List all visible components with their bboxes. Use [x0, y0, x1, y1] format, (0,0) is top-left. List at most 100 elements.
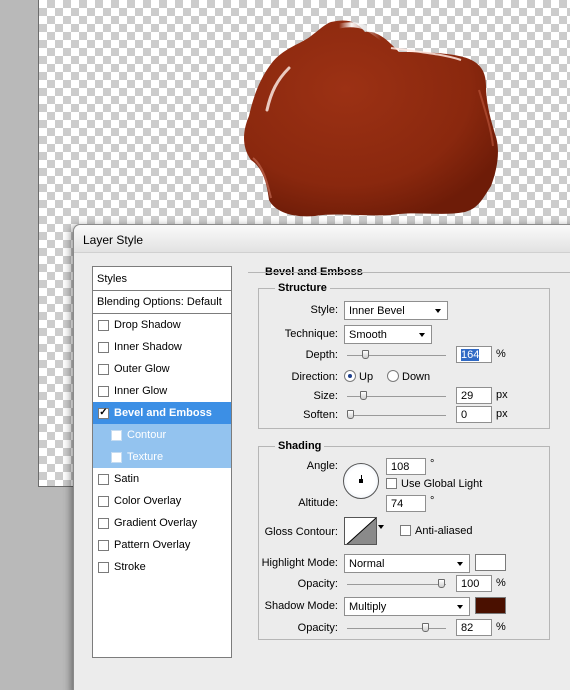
style-item-outer-glow[interactable]: Outer Glow — [93, 358, 231, 380]
chevron-down-icon — [419, 333, 425, 337]
style-item-color-overlay[interactable]: Color Overlay — [93, 490, 231, 512]
shadow-opacity-unit: % — [496, 621, 506, 633]
shadow-opacity-slider-track[interactable] — [347, 628, 446, 629]
direction-down-radio[interactable] — [387, 370, 399, 382]
style-item-pattern-overlay[interactable]: Pattern Overlay — [93, 534, 231, 556]
style-item-label: Texture — [127, 451, 164, 463]
altitude-value: 74 — [391, 498, 404, 510]
chevron-down-icon — [457, 605, 463, 609]
anti-aliased-checkbox[interactable] — [400, 525, 411, 536]
highlight-opacity-input[interactable]: 100 — [456, 575, 492, 592]
style-item-bevel-and-emboss[interactable]: ✓ Bevel and Emboss — [93, 402, 231, 424]
angle-unit: ° — [430, 458, 435, 470]
canvas-border — [38, 0, 39, 487]
style-item-label: Drop Shadow — [114, 319, 181, 331]
size-label: Size: — [313, 390, 338, 402]
soften-label: Soften: — [303, 409, 338, 421]
style-item-satin[interactable]: Satin — [93, 468, 231, 490]
depth-label: Depth: — [305, 349, 338, 361]
canvas-border — [38, 486, 78, 487]
style-item-drop-shadow[interactable]: Drop Shadow — [93, 314, 231, 336]
style-item-label: Pattern Overlay — [114, 539, 191, 551]
shading-title: Shading — [275, 440, 325, 452]
shadow-color-swatch[interactable] — [475, 597, 506, 614]
chevron-down-icon — [435, 309, 441, 313]
style-item-label: Inner Shadow — [114, 341, 182, 353]
style-item-contour[interactable]: Contour — [93, 424, 231, 446]
style-item-label: Outer Glow — [114, 363, 170, 375]
style-item-texture[interactable]: Texture — [93, 446, 231, 468]
highlight-opacity-slider-thumb[interactable] — [438, 579, 445, 588]
altitude-input[interactable]: 74 — [386, 495, 426, 512]
structure-title: Structure — [275, 282, 330, 294]
anti-aliased-label: Anti-aliased — [415, 525, 473, 537]
technique-dropdown[interactable]: Smooth — [344, 325, 432, 344]
style-checkbox[interactable] — [98, 517, 109, 529]
blending-options-item[interactable]: Blending Options: Default — [93, 291, 231, 314]
style-item-inner-shadow[interactable]: Inner Shadow — [93, 336, 231, 358]
highlight-mode-dropdown[interactable]: Normal — [344, 554, 470, 573]
depth-unit: % — [496, 348, 506, 360]
dialog-titlebar[interactable]: Layer Style — [74, 225, 570, 253]
direction-up-label: Up — [359, 371, 374, 383]
highlight-color-swatch[interactable] — [475, 554, 506, 571]
style-item-inner-glow[interactable]: Inner Glow — [93, 380, 231, 402]
shadow-opacity-input[interactable]: 82 — [456, 619, 492, 636]
technique-value: Smooth — [349, 329, 387, 341]
depth-input[interactable]: 164 — [456, 346, 492, 363]
shadow-mode-dropdown[interactable]: Multiply — [344, 597, 470, 616]
size-input[interactable]: 29 — [456, 387, 492, 404]
soften-value: 0 — [461, 409, 468, 421]
chevron-down-icon[interactable] — [378, 525, 384, 529]
shadow-mode-label: Shadow Mode: — [264, 600, 338, 612]
highlight-mode-value: Normal — [349, 558, 385, 570]
use-global-light-checkbox[interactable] — [386, 478, 397, 489]
style-item-gradient-overlay[interactable]: Gradient Overlay — [93, 512, 231, 534]
highlight-mode-label: Highlight Mode: — [261, 557, 338, 569]
style-item-label: Gradient Overlay — [114, 517, 198, 529]
style-checkbox[interactable] — [98, 341, 109, 353]
depth-slider-thumb[interactable] — [361, 350, 369, 359]
style-checkbox[interactable] — [98, 363, 109, 375]
style-label: Style: — [310, 304, 338, 316]
style-item-label: Satin — [114, 473, 140, 485]
highlight-opacity-slider-track[interactable] — [347, 584, 446, 585]
style-dropdown[interactable]: Inner Bevel — [344, 301, 448, 320]
soften-slider-track[interactable] — [347, 415, 446, 416]
dialog-title: Layer Style — [83, 233, 144, 247]
size-slider-thumb[interactable] — [359, 391, 367, 400]
style-checkbox[interactable]: ✓ — [98, 407, 109, 419]
style-item-label: Stroke — [114, 561, 146, 573]
style-item-label: Color Overlay — [114, 495, 182, 507]
style-checkbox[interactable] — [98, 385, 109, 397]
layer-style-dialog: Layer Style Styles Blending Options: Def… — [73, 224, 570, 690]
style-checkbox[interactable] — [98, 561, 109, 573]
soften-input[interactable]: 0 — [456, 406, 492, 423]
style-item-stroke[interactable]: Stroke — [93, 556, 231, 578]
shadow-opacity-slider-thumb[interactable] — [421, 623, 429, 632]
styles-list: Styles Blending Options: Default Drop Sh… — [92, 266, 232, 658]
highlight-opacity-label: Opacity: — [297, 578, 338, 590]
contour-curve-icon — [346, 518, 376, 544]
soften-slider-thumb[interactable] — [347, 410, 354, 419]
angle-dial[interactable] — [343, 463, 379, 499]
style-checkbox[interactable] — [98, 473, 109, 485]
direction-up-radio[interactable] — [344, 370, 356, 382]
altitude-label: Altitude: — [298, 497, 338, 509]
style-item-label: Bevel and Emboss — [114, 407, 212, 419]
gloss-contour-preview[interactable] — [344, 517, 377, 545]
style-checkbox[interactable] — [111, 429, 122, 441]
style-checkbox[interactable] — [111, 451, 122, 463]
shadow-opacity-value: 82 — [461, 622, 474, 634]
styles-header[interactable]: Styles — [93, 267, 231, 291]
gloss-contour-label: Gloss Contour: — [264, 526, 338, 538]
style-value: Inner Bevel — [349, 305, 405, 317]
size-value: 29 — [461, 390, 474, 402]
style-checkbox[interactable] — [98, 319, 109, 331]
style-checkbox[interactable] — [98, 495, 109, 507]
angle-label: Angle: — [306, 460, 338, 472]
angle-input[interactable]: 108 — [386, 458, 426, 475]
direction-label: Direction: — [291, 371, 338, 383]
style-checkbox[interactable] — [98, 539, 109, 551]
altitude-unit: ° — [430, 495, 435, 507]
